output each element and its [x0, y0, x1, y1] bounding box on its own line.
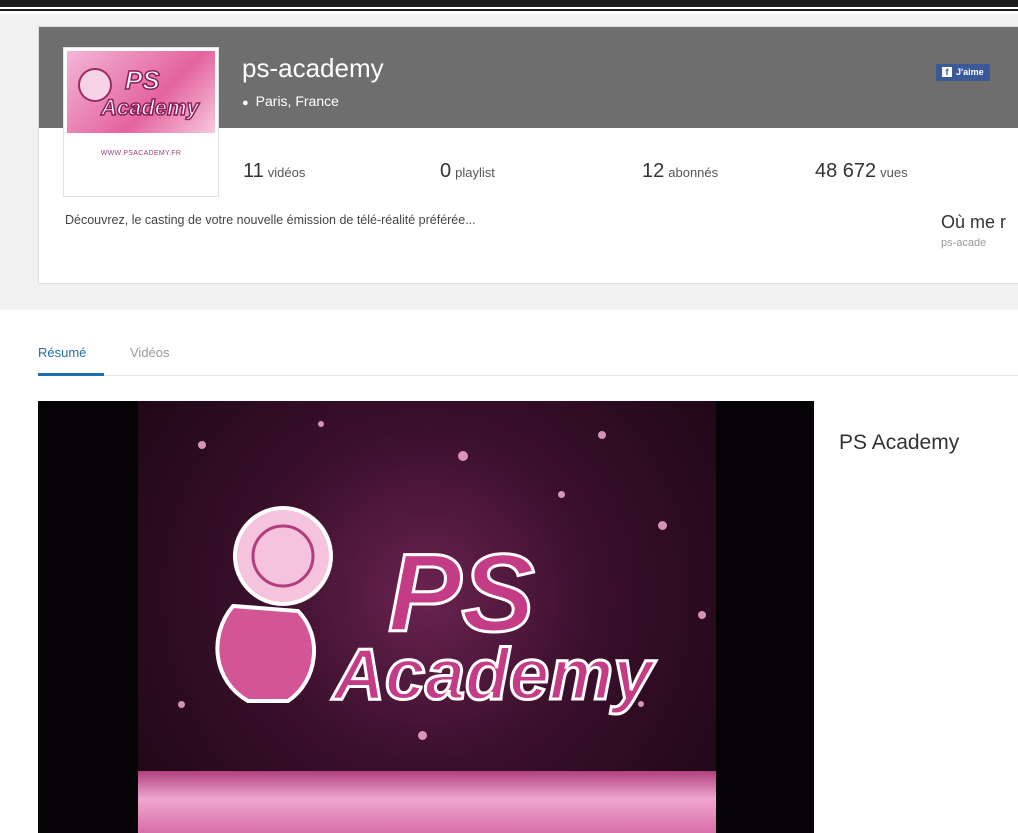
- svg-text:Academy: Academy: [331, 635, 657, 715]
- stat-subscribers[interactable]: 12 abonnés: [642, 160, 718, 183]
- stat-value: 0: [440, 160, 452, 182]
- tab-resume[interactable]: Résumé: [38, 345, 86, 360]
- channel-name[interactable]: ps-academy: [242, 53, 384, 84]
- stat-label: abonnés: [668, 165, 719, 180]
- location-pin-icon: ●: [242, 97, 249, 109]
- top-border-thin: [0, 9, 1018, 11]
- top-border: [0, 0, 1018, 7]
- location-text: Paris, France: [255, 93, 339, 109]
- stat-value: 48 672: [815, 160, 877, 182]
- stat-label: playlist: [455, 165, 495, 180]
- stat-value: 11: [243, 160, 264, 182]
- svg-text:Academy: Academy: [100, 95, 201, 120]
- links-subtitle[interactable]: ps-acade: [941, 237, 986, 249]
- stat-value: 12: [642, 160, 665, 182]
- channel-location: ● Paris, France: [242, 93, 339, 109]
- channel-header-card: PS Academy WWW.PSACADEMY.FR ps-academy ●…: [38, 26, 1018, 284]
- ps-academy-logo-icon: PS Academy: [78, 64, 201, 121]
- ps-academy-large-logo-icon: PS Academy: [215, 506, 659, 717]
- featured-video-title[interactable]: PS Academy: [839, 431, 959, 455]
- stat-playlist[interactable]: 0 playlist: [440, 160, 495, 183]
- stat-label: vidéos: [267, 165, 306, 180]
- active-tab-indicator: [38, 373, 104, 376]
- stat-videos[interactable]: 11 vidéos: [243, 160, 305, 183]
- video-frame: PS Academy: [138, 401, 716, 833]
- channel-description: Découvrez, le casting de votre nouvelle …: [65, 213, 476, 227]
- tabs-divider: [38, 375, 1018, 376]
- links-title: Où me r: [941, 212, 1007, 232]
- tab-videos[interactable]: Vidéos: [130, 345, 170, 360]
- stage-floor: [138, 771, 716, 833]
- svg-text:PS: PS: [125, 65, 160, 95]
- like-label: J'aime: [956, 67, 984, 77]
- video-player[interactable]: PS Academy: [38, 401, 814, 833]
- stat-views: 48 672 vues: [815, 160, 908, 183]
- avatar-logo: PS Academy: [67, 51, 215, 133]
- facebook-icon: f: [942, 67, 952, 77]
- avatar-url-text: WWW.PSACADEMY.FR: [100, 150, 182, 157]
- facebook-like-button[interactable]: f J'aime: [936, 64, 990, 81]
- stat-label: vues: [880, 165, 908, 180]
- channel-avatar[interactable]: PS Academy WWW.PSACADEMY.FR: [63, 47, 219, 197]
